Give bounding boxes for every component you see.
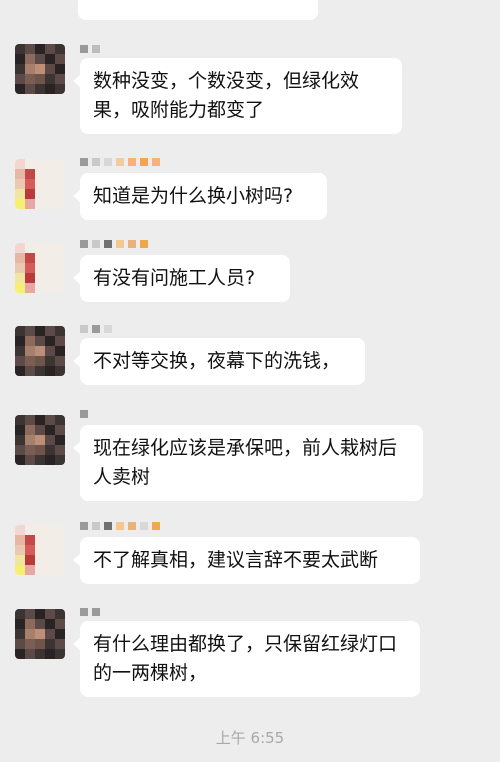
message-bubble[interactable]: 现在绿化应该是承保吧，前人栽树后人卖树 <box>73 425 423 501</box>
sender-name <box>80 519 160 533</box>
avatar[interactable] <box>15 326 65 376</box>
message-bubble[interactable]: 不对等交换，夜幕下的洗钱， <box>73 338 365 385</box>
sender-name <box>80 42 100 56</box>
avatar[interactable] <box>15 243 65 293</box>
message-bubble[interactable]: 知道是为什么换小树吗? <box>73 173 327 220</box>
message-text: 有没有问施工人员? <box>93 267 256 289</box>
avatar[interactable] <box>15 159 65 209</box>
message-text: 数种没变，个数没变，但绿化效果，吸附能力都变了 <box>93 70 360 121</box>
message-text: 现在绿化应该是承保吧，前人栽树后人卖树 <box>93 437 398 488</box>
message-bubble[interactable]: 有没有问施工人员? <box>73 255 290 302</box>
message-text: 不对等交换，夜幕下的洗钱， <box>93 350 341 372</box>
previous-message-bubble <box>78 0 318 20</box>
sender-name <box>80 237 148 251</box>
message-text: 有什么理由都换了，只保留红绿灯口的一两棵树， <box>93 633 398 684</box>
message-text: 知道是为什么换小树吗? <box>93 185 294 207</box>
sender-name <box>80 155 160 169</box>
avatar[interactable] <box>15 525 65 575</box>
sender-name <box>80 407 88 421</box>
message-bubble[interactable]: 不了解真相，建议言辞不要太武断 <box>73 537 420 584</box>
avatar[interactable] <box>15 415 65 465</box>
message-text: 不了解真相，建议言辞不要太武断 <box>93 549 379 571</box>
message-bubble[interactable]: 数种没变，个数没变，但绿化效果，吸附能力都变了 <box>73 58 402 134</box>
sender-name <box>80 605 100 619</box>
avatar[interactable] <box>15 609 65 659</box>
message-timestamp: 上午 6:55 <box>215 729 285 747</box>
message-bubble[interactable]: 有什么理由都换了，只保留红绿灯口的一两棵树， <box>73 621 420 697</box>
avatar[interactable] <box>15 44 65 94</box>
sender-name <box>80 322 112 336</box>
